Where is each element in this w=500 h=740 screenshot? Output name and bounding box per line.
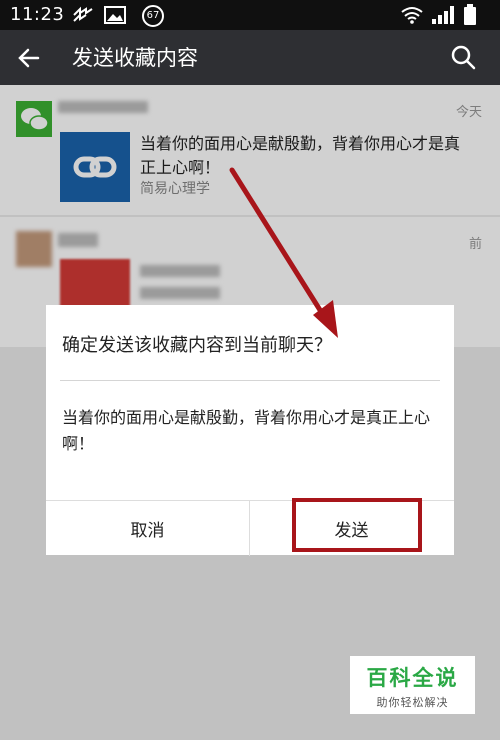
watermark-title: 百科全说 [366, 666, 459, 690]
watermark-logo: 百科全说 助你轻松解决 [350, 656, 475, 714]
watermark-subtitle: 助你轻松解决 [376, 696, 449, 709]
annotation-arrow-icon [229, 167, 338, 338]
